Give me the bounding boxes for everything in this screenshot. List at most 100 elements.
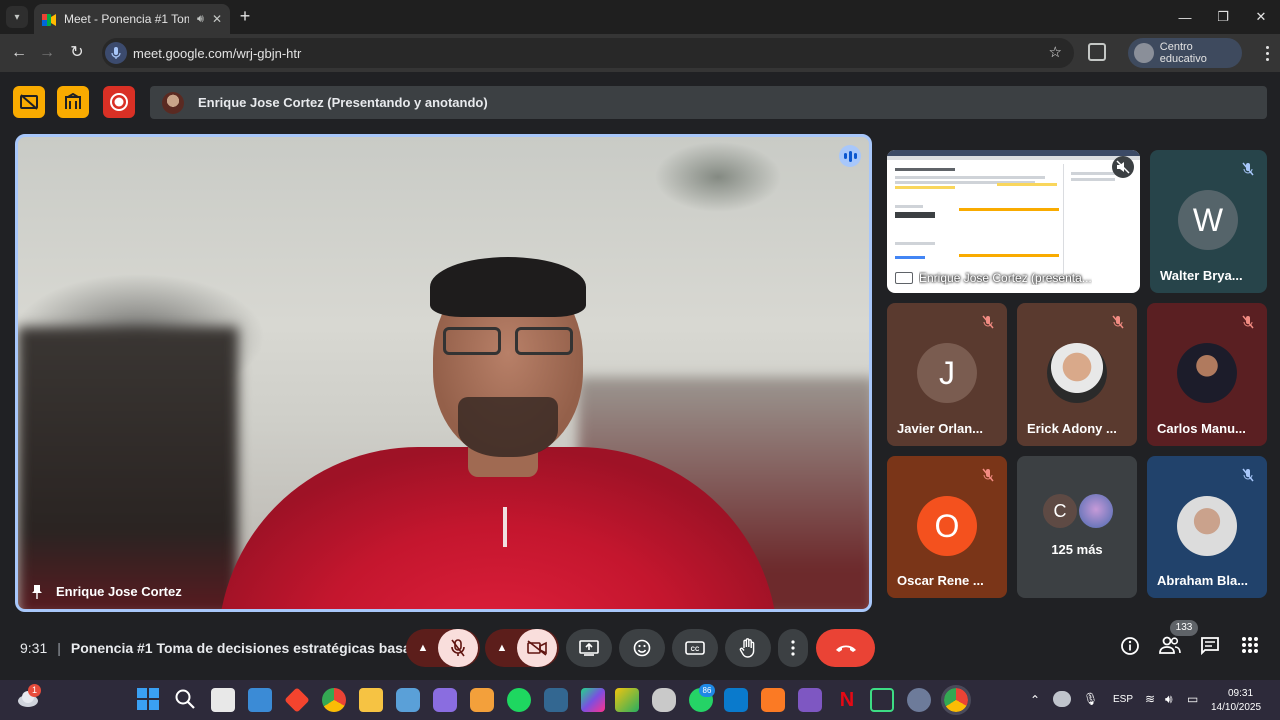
- browser-menu-icon[interactable]: [1266, 46, 1270, 62]
- pin-icon[interactable]: [32, 584, 42, 599]
- maps-icon[interactable]: [396, 688, 420, 712]
- speaker-icon[interactable]: 🔊︎: [197, 13, 204, 26]
- minimize-icon[interactable]: —: [1166, 0, 1204, 34]
- present-screen-icon: [579, 640, 599, 656]
- participant-tile-carlos[interactable]: Carlos Manu...: [1147, 303, 1267, 446]
- participant-name: Abraham Bla...: [1157, 573, 1249, 588]
- more-options-button[interactable]: [778, 629, 808, 667]
- visual-studio-icon[interactable]: [798, 688, 822, 712]
- database-icon[interactable]: [652, 688, 676, 712]
- main-speaker-name: Enrique Jose Cortez: [56, 584, 182, 599]
- terminal-icon[interactable]: [870, 688, 894, 712]
- designer-icon[interactable]: [615, 688, 639, 712]
- maximize-icon[interactable]: ❐: [1204, 0, 1242, 34]
- forward-arrow-icon[interactable]: →: [36, 42, 58, 64]
- bookmark-star-icon[interactable]: ☆: [1049, 43, 1062, 61]
- mic-off-button[interactable]: [438, 629, 478, 667]
- avatar: [1177, 343, 1237, 403]
- app-icon[interactable]: [433, 688, 457, 712]
- more-vert-icon: [791, 640, 795, 656]
- present-screen-button[interactable]: [566, 629, 612, 667]
- mic-off-icon: [1237, 311, 1259, 333]
- participant-tile-oscar[interactable]: O Oscar Rene ...: [887, 456, 1007, 598]
- weather-badge: 1: [28, 684, 41, 697]
- clock-time[interactable]: 09:31: [1228, 688, 1253, 699]
- no-captions-icon[interactable]: [13, 86, 45, 118]
- microphone-icon[interactable]: 🎙︎: [1083, 692, 1098, 706]
- volume-icon[interactable]: 🔊︎: [1165, 692, 1173, 707]
- show-hidden-icons-icon[interactable]: ⌃: [1030, 693, 1040, 707]
- participant-tile-erick[interactable]: Erick Adony ...: [1017, 303, 1137, 446]
- profile-button[interactable]: Centro educativo: [1128, 38, 1242, 68]
- participant-name: Javier Orlan...: [897, 421, 983, 436]
- camera-off-button[interactable]: [517, 629, 557, 667]
- windows-start-icon[interactable]: [137, 688, 161, 712]
- meet-favicon-icon: [42, 13, 56, 26]
- people-icon[interactable]: [1159, 636, 1181, 659]
- mic-options-chevron-icon[interactable]: ▲: [408, 642, 438, 654]
- participant-name: Oscar Rene ...: [897, 573, 984, 588]
- activities-grid-icon[interactable]: [1241, 636, 1259, 659]
- mic-off-icon: [977, 311, 999, 333]
- chat-icon[interactable]: [1200, 636, 1220, 661]
- git-icon[interactable]: [284, 687, 310, 713]
- vscode-icon[interactable]: [724, 688, 748, 712]
- mic-off-icon: [451, 639, 465, 657]
- participant-name: Walter Brya...: [1160, 268, 1243, 283]
- meeting-details-icon[interactable]: [1120, 636, 1140, 661]
- url-text[interactable]: meet.google.com/wrj-gbjn-htr: [133, 46, 301, 61]
- clock-date[interactable]: 14/10/2025: [1211, 702, 1261, 713]
- new-tab-button[interactable]: +: [236, 7, 254, 26]
- participant-tile-javier[interactable]: J Javier Orlan...: [887, 303, 1007, 446]
- extensions-icon[interactable]: [1088, 43, 1106, 61]
- host-controls-icon[interactable]: [57, 86, 89, 118]
- browser-tab-meet[interactable]: Meet - Ponencia #1 Toma de 🔊︎ ✕: [34, 4, 230, 34]
- language-indicator[interactable]: ESP: [1113, 694, 1133, 705]
- participant-tile-walter[interactable]: W Walter Brya...: [1150, 150, 1267, 293]
- recording-icon[interactable]: [103, 86, 135, 118]
- screen-share-tile[interactable]: Enrique Jose Cortez (presenta...: [887, 150, 1140, 293]
- onedrive-icon[interactable]: [1053, 691, 1071, 707]
- raise-hand-button[interactable]: [725, 629, 771, 667]
- close-window-icon[interactable]: ✕: [1242, 0, 1280, 34]
- store-icon[interactable]: [248, 688, 272, 712]
- postgresql-icon[interactable]: [544, 688, 568, 712]
- present-screen-icon: [895, 272, 913, 284]
- netflix-icon[interactable]: N: [835, 688, 859, 712]
- spotify-icon[interactable]: [507, 688, 531, 712]
- end-call-button[interactable]: [816, 629, 875, 667]
- participant-name: Erick Adony ...: [1027, 421, 1117, 436]
- xampp-icon[interactable]: [761, 688, 785, 712]
- jetbrains-icon[interactable]: [581, 688, 605, 712]
- mic-off-icon: [977, 464, 999, 486]
- mic-off-icon: [1237, 158, 1259, 180]
- task-view-icon[interactable]: [211, 688, 235, 712]
- meeting-info: 9:31 | Ponencia #1 Toma de decisiones es…: [20, 640, 423, 656]
- avatar: W: [1178, 190, 1238, 250]
- network-app-icon[interactable]: [907, 688, 931, 712]
- blender-icon[interactable]: [470, 688, 494, 712]
- more-participants-tile[interactable]: C 125 más: [1017, 456, 1137, 598]
- wifi-icon[interactable]: ≋: [1145, 692, 1155, 706]
- file-explorer-icon[interactable]: [359, 688, 383, 712]
- participant-tile-abraham[interactable]: Abraham Bla...: [1147, 456, 1267, 598]
- captions-button[interactable]: CC: [672, 629, 718, 667]
- address-bar[interactable]: meet.google.com/wrj-gbjn-htr ☆: [102, 38, 1074, 68]
- chrome-icon[interactable]: [322, 688, 346, 712]
- mic-off-icon: [1107, 311, 1129, 333]
- close-tab-icon[interactable]: ✕: [212, 12, 222, 26]
- back-arrow-icon[interactable]: ←: [8, 42, 30, 64]
- chrome-active-icon[interactable]: [941, 685, 971, 715]
- mic-site-icon[interactable]: [105, 42, 127, 64]
- camera-button-group: ▲: [485, 629, 559, 667]
- camera-options-chevron-icon[interactable]: ▲: [487, 642, 517, 654]
- battery-icon[interactable]: ▭: [1187, 692, 1198, 706]
- main-speaker-tile[interactable]: Enrique Jose Cortez: [15, 134, 872, 612]
- speaking-indicator-icon: [839, 145, 861, 167]
- search-icon[interactable]: [174, 688, 198, 712]
- tab-list-button[interactable]: ▾: [6, 6, 28, 28]
- audio-off-icon: [1112, 156, 1134, 178]
- reload-icon[interactable]: ↻: [66, 42, 88, 64]
- reactions-button[interactable]: [619, 629, 665, 667]
- camera-off-icon: [527, 640, 547, 656]
